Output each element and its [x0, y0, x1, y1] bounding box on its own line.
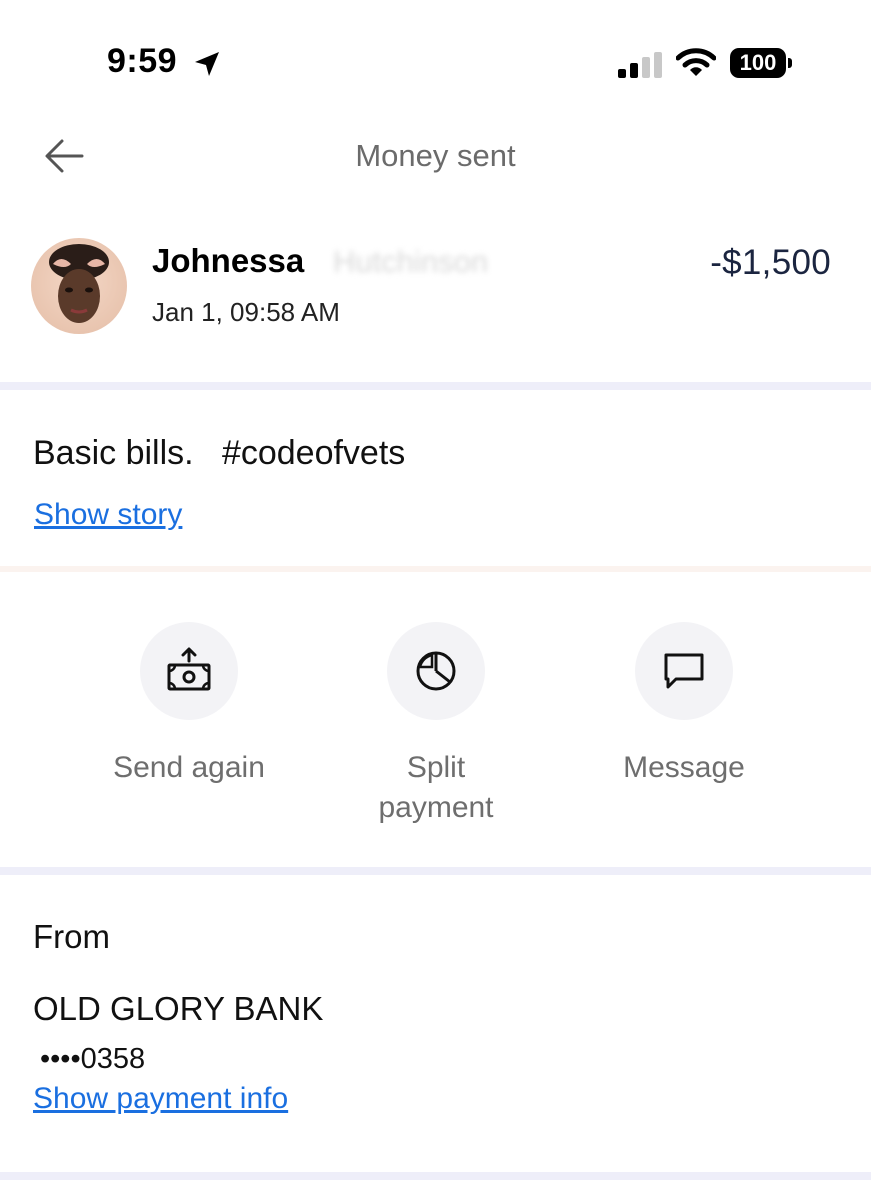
show-payment-info-link[interactable]: Show payment info	[33, 1082, 288, 1116]
status-time: 9:59	[107, 42, 178, 80]
from-label: From	[33, 918, 110, 955]
split-payment-label: Split payment	[378, 751, 494, 824]
bank-name: OLD GLORY BANK	[33, 990, 324, 1027]
transaction-date: Jan 1, 09:58 AM	[152, 297, 340, 327]
pie-chart-icon	[416, 651, 456, 691]
recipient-name: Johnessa	[152, 242, 305, 279]
section-divider	[0, 382, 871, 390]
section-divider	[0, 1172, 871, 1180]
page-title: Money sent	[355, 138, 516, 173]
cellular-signal-icon	[618, 52, 662, 78]
split-payment-circle[interactable]	[387, 622, 485, 720]
payment-note: Basic bills. #codeofvets	[33, 434, 406, 472]
message-button[interactable]: Message	[584, 622, 784, 788]
chat-bubble-icon	[664, 653, 704, 689]
section-divider	[0, 867, 871, 875]
location-arrow-icon	[195, 52, 219, 76]
avatar	[31, 238, 127, 334]
battery-indicator: 100	[730, 48, 786, 78]
send-money-icon	[167, 647, 211, 691]
account-number: ••••0358	[40, 1043, 146, 1075]
send-again-label: Send again	[113, 751, 265, 784]
wifi-icon	[676, 48, 716, 76]
send-again-circle[interactable]	[140, 622, 238, 720]
battery-tip	[788, 58, 792, 68]
message-label: Message	[623, 751, 745, 784]
transaction-amount: -$1,500	[710, 243, 831, 282]
send-again-button[interactable]: Send again	[89, 622, 289, 788]
recipient-name-redacted: Hutchinson	[333, 244, 489, 279]
message-circle[interactable]	[635, 622, 733, 720]
section-divider	[0, 566, 871, 572]
show-story-link[interactable]: Show story	[34, 498, 182, 532]
avatar-photo	[31, 238, 127, 334]
split-payment-button[interactable]: Split payment	[336, 622, 536, 828]
